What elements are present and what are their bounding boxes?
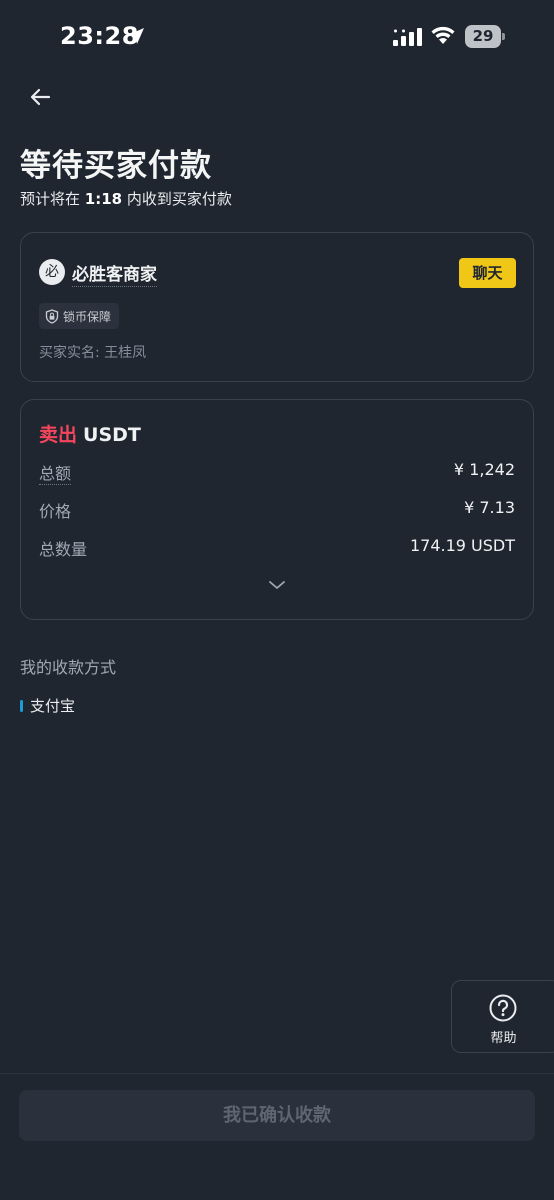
buyer-real-name: 买家实名: 王桂凤 <box>39 345 147 361</box>
payment-method-label: 支付宝 <box>30 697 76 715</box>
price-label: 价格 <box>39 502 72 521</box>
location-arrow-icon <box>128 28 144 44</box>
confirm-received-button[interactable]: 我已确认收款 <box>19 1090 535 1141</box>
wifi-icon <box>431 26 455 44</box>
payment-method-color-bar <box>20 699 23 712</box>
payment-countdown-text: 预计将在 1:18 内收到买家付款 <box>20 190 232 208</box>
quantity-label: 总数量 <box>39 540 88 559</box>
expand-details-button[interactable] <box>268 576 286 595</box>
arrow-left-icon <box>30 88 51 106</box>
cellular-signal-icon <box>393 28 422 46</box>
help-question-icon <box>489 994 517 1022</box>
merchant-card: 必 必胜客商家 聊天 锁币保障 买家实名: 王桂凤 <box>20 232 534 382</box>
chat-button[interactable]: 聊天 <box>459 258 516 288</box>
help-button[interactable]: 帮助 <box>451 980 554 1053</box>
help-label: 帮助 <box>490 1031 517 1046</box>
merchant-name[interactable]: 必胜客商家 <box>72 260 157 287</box>
total-label[interactable]: 总额 <box>39 460 72 485</box>
chevron-down-icon <box>269 581 285 589</box>
battery-indicator: 29 <box>465 25 505 48</box>
payment-method-alipay[interactable]: 支付宝 <box>20 695 75 716</box>
order-card: 卖出 USDT 总额 ¥ 1,242 价格 ¥ 7.13 总数量 174.19 U… <box>20 399 534 620</box>
order-side: 卖出 <box>39 424 78 446</box>
escrow-badge-label: 锁币保障 <box>63 309 112 324</box>
order-asset: USDT <box>83 424 141 446</box>
lock-shield-icon <box>45 308 59 324</box>
page-title: 等待买家付款 <box>20 148 212 184</box>
merchant-avatar: 必 <box>39 259 65 285</box>
total-value: ¥ 1,242 <box>453 460 515 479</box>
back-button[interactable] <box>22 80 58 114</box>
price-value: ¥ 7.13 <box>464 498 515 517</box>
escrow-badge: 锁币保障 <box>39 303 120 329</box>
countdown: 1:18 <box>84 190 123 208</box>
payment-methods-label: 我的收款方式 <box>20 658 117 677</box>
status-bar: 23:28 29 <box>0 0 554 74</box>
bottom-divider <box>0 1073 554 1074</box>
quantity-value: 174.19 USDT <box>409 536 515 555</box>
battery-level: 29 <box>472 27 494 45</box>
order-side-title: 卖出 USDT <box>39 420 141 447</box>
